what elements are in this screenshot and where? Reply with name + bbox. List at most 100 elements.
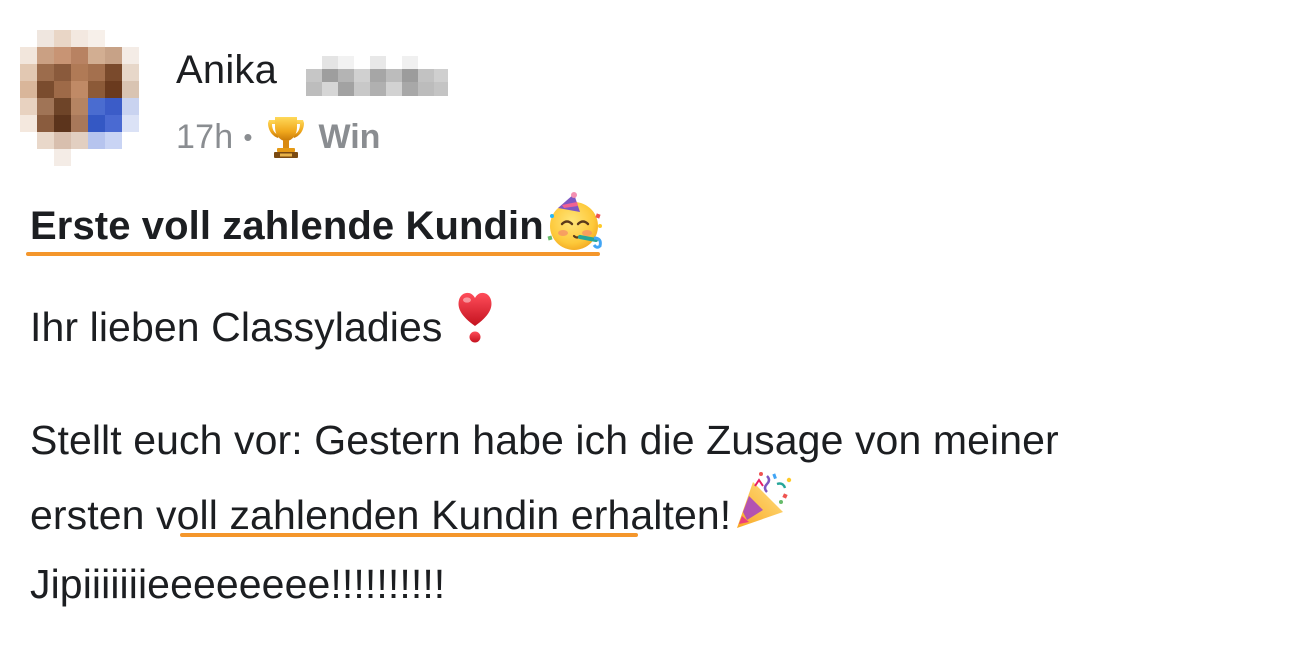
name-blur-pixel: [434, 82, 448, 96]
name-blur-pixel: [306, 82, 322, 96]
avatar-pixel: [37, 132, 54, 149]
avatar-pixel: [139, 98, 156, 115]
headline-row: Erste voll zahlende Kundin: [30, 192, 606, 259]
avatar-pixel: [139, 64, 156, 81]
name-blur-pixel: [338, 82, 354, 96]
avatar-pixel: [54, 115, 71, 132]
body-line-3: Jipiiiiiiieeeeeeee!!!!!!!!!!: [30, 561, 446, 607]
avatar-pixel: [122, 30, 139, 47]
name-blur-pixel: [370, 82, 386, 96]
phrase-underline: [180, 533, 638, 537]
avatar-pixel: [156, 166, 170, 183]
avatar-pixel: [20, 98, 37, 115]
name-blur-pixel: [402, 82, 418, 96]
avatar-pixel: [139, 166, 156, 183]
avatar-pixel: [37, 166, 54, 183]
name-blur-pixel: [322, 82, 338, 96]
avatar-pixel: [20, 64, 37, 81]
avatar-pixel: [156, 115, 170, 132]
name-blur-pixel: [418, 56, 434, 70]
avatar-pixel: [20, 115, 37, 132]
name-blur-pixel: [306, 56, 322, 70]
avatar-pixel: [139, 149, 156, 166]
body-line-2-prefix: ersten: [30, 491, 157, 538]
name-blur-pixel: [402, 56, 418, 70]
avatar-pixel: [88, 132, 105, 149]
name-blur-pixel: [418, 69, 434, 83]
avatar-pixel: [20, 30, 37, 47]
avatar-pixel: [122, 115, 139, 132]
trophy-icon: [262, 113, 310, 161]
name-blur-pixel: [434, 69, 448, 83]
avatar-pixel: [139, 47, 156, 64]
greeting-text: Ihr lieben Classyladies: [30, 304, 443, 350]
avatar-pixel: [54, 98, 71, 115]
avatar-pixel: [156, 30, 170, 47]
avatar-pixel: [88, 64, 105, 81]
avatar-pixel: [71, 149, 88, 166]
name-blur-pixel: [322, 69, 338, 83]
name-blur-pixel: [386, 56, 402, 70]
avatar-pixel: [20, 47, 37, 64]
greeting-line: Ihr lieben Classyladies: [30, 286, 495, 368]
avatar-pixel: [105, 149, 122, 166]
avatar-pixel: [71, 30, 88, 47]
avatar-pixel: [88, 98, 105, 115]
avatar-pixel: [37, 30, 54, 47]
avatar-pixel: [88, 81, 105, 98]
avatar-pixel: [71, 115, 88, 132]
avatar-pixel: [71, 64, 88, 81]
avatar-pixel: [37, 81, 54, 98]
avatar-pixel: [88, 47, 105, 64]
avatar-pixel: [37, 98, 54, 115]
meta-separator: •: [243, 121, 253, 152]
avatar-pixel: [105, 132, 122, 149]
post-headline: Erste voll zahlende Kundin: [30, 203, 544, 248]
avatar-pixel: [122, 64, 139, 81]
avatar-pixel: [156, 98, 170, 115]
avatar-pixel: [105, 30, 122, 47]
author-avatar[interactable]: [20, 30, 170, 190]
avatar-pixel: [37, 64, 54, 81]
avatar-pixel: [105, 98, 122, 115]
name-blur-pixel: [338, 56, 354, 70]
avatar-pixel: [139, 132, 156, 149]
post-category[interactable]: Win: [318, 118, 380, 157]
avatar-pixel: [88, 166, 105, 183]
post-meta: 17h • Win: [176, 112, 380, 162]
avatar-pixel: [20, 132, 37, 149]
avatar-pixel: [105, 115, 122, 132]
avatar-pixel: [54, 30, 71, 47]
avatar-pixel: [54, 166, 71, 183]
avatar-pixel: [139, 81, 156, 98]
avatar-pixel: [122, 47, 139, 64]
redacted-last-name: [306, 56, 448, 96]
avatar-pixel: [71, 98, 88, 115]
avatar-pixel: [20, 149, 37, 166]
headline-underline: [26, 252, 600, 256]
avatar-pixel: [122, 149, 139, 166]
avatar-pixel: [88, 30, 105, 47]
avatar-pixel: [122, 132, 139, 149]
avatar-pixel: [71, 132, 88, 149]
avatar-pixel: [156, 81, 170, 98]
avatar-pixel: [122, 81, 139, 98]
post-body: Stellt euch vor: Gestern habe ich die Zu…: [30, 404, 1270, 620]
avatar-pixel: [54, 47, 71, 64]
post-timestamp[interactable]: 17h: [176, 118, 233, 157]
avatar-pixel: [71, 47, 88, 64]
avatar-pixel: [37, 47, 54, 64]
body-line-2-suffix: erhalten!: [559, 491, 732, 538]
author-name[interactable]: Anika: [176, 46, 277, 94]
avatar-pixel: [156, 64, 170, 81]
avatar-pixel: [105, 166, 122, 183]
name-blur-pixel: [322, 56, 338, 70]
avatar-pixel: [156, 132, 170, 149]
avatar-pixel: [122, 98, 139, 115]
avatar-pixel: [54, 81, 71, 98]
avatar-pixel: [71, 81, 88, 98]
post-card: Anika 17h • Win Erste voll zahlende Kund…: [0, 0, 1290, 662]
avatar-pixel: [88, 149, 105, 166]
avatar-pixel: [88, 115, 105, 132]
name-blur-pixel: [386, 69, 402, 83]
